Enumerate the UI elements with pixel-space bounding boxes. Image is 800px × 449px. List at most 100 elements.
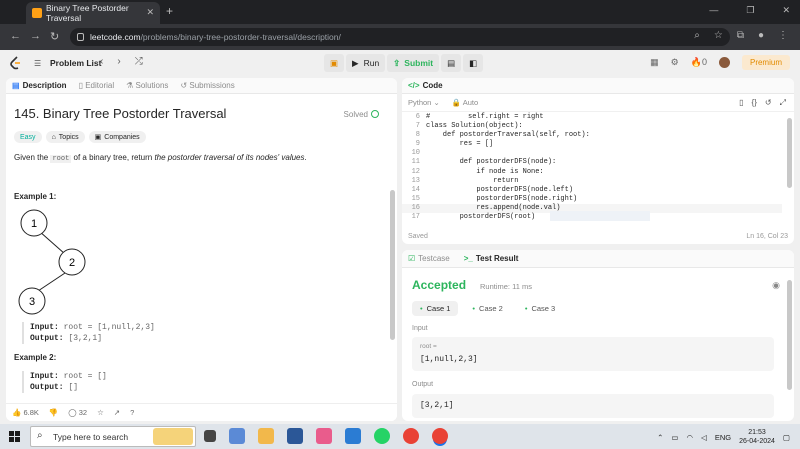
code-line[interactable]: 10 [402,149,782,158]
network-icon[interactable]: ◠ [687,433,694,442]
description-panel: ▤ Description ▯ Editorial ⚗ Solutions ↺ S… [6,78,397,421]
companies-badge[interactable]: ▣ Companies [88,131,146,143]
topics-label: Topics [58,133,79,141]
premium-button[interactable]: Premium [741,55,790,70]
reload-icon[interactable]: ↻ [50,30,59,43]
like-button[interactable]: 👍 6.8K [12,408,39,417]
topics-badge[interactable]: ⌂ Topics [45,131,85,143]
pass-dot-icon: • [420,304,423,313]
description-scrollbar[interactable] [390,190,395,340]
case-tab-2[interactable]: • Case 2 [464,301,510,316]
bookmark-icon[interactable]: ▯ [739,98,743,108]
site-info-icon[interactable] [77,33,84,41]
tab-solutions[interactable]: ⚗ Solutions [126,81,168,90]
code-text: if node is None: [426,167,544,176]
streak-counter[interactable]: 🔥0 [691,57,707,68]
comments-button[interactable]: ◯ 32 [68,408,87,417]
favorite-star-icon[interactable]: ☆ [97,408,104,417]
file-explorer-icon[interactable] [258,428,274,444]
new-tab-icon[interactable]: + [166,4,173,18]
problem-nav: ‹ › ⤮ [100,56,143,67]
run-button[interactable]: ▶ Run [346,54,386,72]
taskbar-search[interactable]: ⌕ Type here to search [30,426,196,447]
list-icon[interactable]: ☰ [34,59,41,68]
case-tabs: • Case 1 • Case 2 • Case 3 [412,301,563,316]
photos-app-icon[interactable] [229,428,245,444]
close-tab-icon[interactable]: ✕ [146,7,154,18]
windows-start-icon[interactable] [9,431,20,442]
debug-button[interactable]: ▣ [324,54,345,72]
restore-icon[interactable]: ❐ [746,5,754,16]
close-window-icon[interactable]: ✕ [782,5,790,16]
back-icon[interactable]: ← [10,30,21,42]
battery-icon[interactable]: ▭ [671,433,678,442]
chrome-icon[interactable] [403,428,419,444]
code-editor[interactable]: 6 # self.right = right 7 class Solution(obj… [402,113,782,222]
code-line[interactable]: 9 res = [] [402,140,782,149]
language-select[interactable]: Python ⌄ [408,98,440,107]
store-app-icon[interactable] [287,428,303,444]
notes-icon: ▤ [447,57,456,68]
fullscreen-icon[interactable]: ⤢ [780,98,786,108]
code-line[interactable]: 15 postorderDFS(node.right) [402,195,782,204]
prev-problem-icon[interactable]: ‹ [100,56,103,67]
help-icon[interactable]: ? [130,408,134,417]
tab-submissions[interactable]: ↺ Submissions [180,81,234,90]
clock[interactable]: 21:53 26-04-2024 [739,428,775,446]
forward-icon[interactable]: → [30,30,41,42]
random-problem-icon[interactable]: ⤮ [135,56,143,67]
tray-chevron-icon[interactable]: ⌃ [657,433,663,442]
browser-tab[interactable]: Binary Tree Postorder Traversal ✕ [26,2,160,24]
code-scrollbar[interactable] [787,118,792,188]
code-line[interactable]: 7 class Solution(object): [402,122,782,131]
minimize-icon[interactable]: — [709,5,718,16]
code-text: def postorderDFS(node): [426,158,557,167]
tab-testcase[interactable]: ☑ Testcase [408,254,450,263]
profile-icon[interactable]: ● [758,30,764,41]
tab-title: Binary Tree Postorder Traversal [46,3,129,23]
code-line[interactable]: 13 return [402,177,782,186]
bookmark-star-icon[interactable]: ☆ [714,30,723,41]
input-heading: Input [412,325,428,332]
url-field[interactable]: leetcode.com/problems/binary-tree-postor… [70,28,730,46]
code-line[interactable]: 12 if node is None: [402,168,782,177]
code-line[interactable]: 6 # self.right = right [402,113,782,122]
task-view-icon[interactable] [204,430,216,442]
tab-description[interactable]: ▤ Description [12,81,67,90]
settings-icon[interactable]: ⚙ [671,57,679,68]
next-problem-icon[interactable]: › [117,56,120,67]
companies-label: Companies [104,133,140,141]
share-button[interactable]: ◧ [463,54,484,72]
notes-button[interactable]: ▤ [441,54,462,72]
code-line[interactable]: 14 postorderDFS(node.left) [402,186,782,195]
volume-icon[interactable]: ◁ [701,433,707,442]
notification-icon[interactable]: ▢ [783,433,790,442]
example-1-io: Input: root = [1,null,2,3] Output: [3,2,… [22,322,155,344]
share-link-icon[interactable]: ↗ [114,408,120,417]
layout-icon[interactable]: ▦ [650,57,659,68]
eye-icon[interactable]: ◉ [772,280,780,291]
whatsapp-icon[interactable] [374,428,390,444]
braces-icon[interactable]: {} [752,98,757,108]
tab-editorial[interactable]: ▯ Editorial [79,81,115,90]
tab-test-result[interactable]: >_ Test Result [464,254,519,263]
problem-list-link[interactable]: Problem List [50,58,101,68]
avatar[interactable] [718,57,730,68]
zoom-icon[interactable]: ⌕ [694,30,700,41]
extensions-icon[interactable]: ⧉ [737,30,744,41]
case-tab-3[interactable]: • Case 3 [517,301,563,316]
test-scrollbar[interactable] [787,280,792,390]
chrome-active-icon[interactable] [432,428,448,444]
dislike-icon[interactable]: 👎 [49,408,58,417]
language-indicator[interactable]: ENG [715,433,731,442]
submit-button[interactable]: ⇪ Submit [387,54,440,72]
vscode-icon[interactable] [345,428,361,444]
paint-app-icon[interactable] [316,428,332,444]
leetcode-logo-icon[interactable] [10,56,21,70]
case-tab-1[interactable]: • Case 1 [412,301,459,316]
code-line[interactable]: 11 def postorderDFS(node): [402,158,782,167]
code-line[interactable]: 8 def postorderTraversal(self, root): [402,131,782,140]
menu-icon[interactable]: ⋮ [778,30,788,41]
code-panel: </> Code Python ⌄ 🔒 Auto ▯ {} ↺ ⤢ 6 # self… [402,78,794,244]
reset-icon[interactable]: ↺ [765,98,772,108]
